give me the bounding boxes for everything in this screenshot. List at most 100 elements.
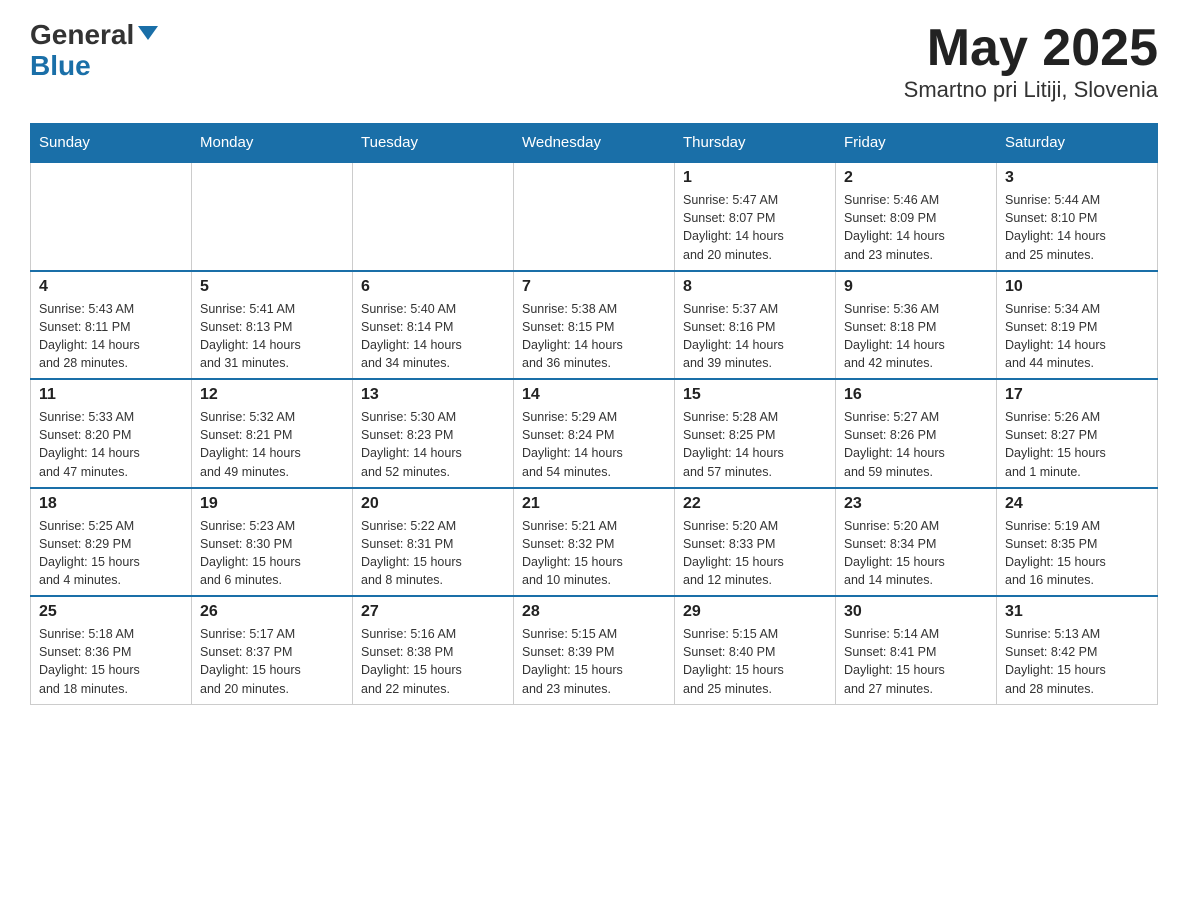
day-info: Sunrise: 5:38 AM Sunset: 8:15 PM Dayligh…	[522, 300, 666, 373]
table-row: 23 Sunrise: 5:20 AM Sunset: 8:34 PM Dayli…	[836, 488, 997, 597]
table-row: 10 Sunrise: 5:34 AM Sunset: 8:19 PM Dayli…	[997, 271, 1158, 380]
table-row	[514, 162, 675, 271]
table-row	[192, 162, 353, 271]
table-row: 11 Sunrise: 5:33 AM Sunset: 8:20 PM Dayli…	[31, 379, 192, 488]
table-row: 21Sunrise: 5:21 AM Sunset: 8:32 PM Dayli…	[514, 488, 675, 597]
day-info: Sunrise: 5:32 AM Sunset: 8:21 PM Dayligh…	[200, 408, 344, 481]
calendar-week-row: 4 Sunrise: 5:43 AM Sunset: 8:11 PM Daylig…	[31, 271, 1158, 380]
day-number: 8	[683, 278, 827, 296]
table-row: 20 Sunrise: 5:22 AM Sunset: 8:31 PM Dayli…	[353, 488, 514, 597]
day-number: 31	[1005, 603, 1149, 621]
table-row: 31 Sunrise: 5:13 AM Sunset: 8:42 PM Dayli…	[997, 596, 1158, 704]
table-row: 13 Sunrise: 5:30 AM Sunset: 8:23 PM Dayli…	[353, 379, 514, 488]
day-info: Sunrise: 5:20 AM Sunset: 8:34 PM Dayligh…	[844, 517, 988, 590]
logo-triangle-icon	[138, 26, 158, 40]
day-number: 9	[844, 278, 988, 296]
day-info: Sunrise: 5:37 AM Sunset: 8:16 PM Dayligh…	[683, 300, 827, 373]
table-row: 17Sunrise: 5:26 AM Sunset: 8:27 PM Dayli…	[997, 379, 1158, 488]
logo-general-text: General	[30, 20, 134, 51]
day-number: 19	[200, 495, 344, 513]
day-info: Sunrise: 5:33 AM Sunset: 8:20 PM Dayligh…	[39, 408, 183, 481]
day-info: Sunrise: 5:44 AM Sunset: 8:10 PM Dayligh…	[1005, 191, 1149, 264]
table-row: 7 Sunrise: 5:38 AM Sunset: 8:15 PM Daylig…	[514, 271, 675, 380]
day-number: 29	[683, 603, 827, 621]
day-number: 3	[1005, 169, 1149, 187]
day-number: 12	[200, 386, 344, 404]
day-info: Sunrise: 5:30 AM Sunset: 8:23 PM Dayligh…	[361, 408, 505, 481]
day-number: 20	[361, 495, 505, 513]
table-row: 16 Sunrise: 5:27 AM Sunset: 8:26 PM Dayli…	[836, 379, 997, 488]
table-row: 28 Sunrise: 5:15 AM Sunset: 8:39 PM Dayli…	[514, 596, 675, 704]
calendar-week-row: 1Sunrise: 5:47 AM Sunset: 8:07 PM Daylig…	[31, 162, 1158, 271]
day-info: Sunrise: 5:43 AM Sunset: 8:11 PM Dayligh…	[39, 300, 183, 373]
table-row: 14Sunrise: 5:29 AM Sunset: 8:24 PM Dayli…	[514, 379, 675, 488]
col-friday: Friday	[836, 124, 997, 163]
day-number: 28	[522, 603, 666, 621]
table-row: 6 Sunrise: 5:40 AM Sunset: 8:14 PM Daylig…	[353, 271, 514, 380]
col-thursday: Thursday	[675, 124, 836, 163]
day-number: 7	[522, 278, 666, 296]
table-row: 27Sunrise: 5:16 AM Sunset: 8:38 PM Dayli…	[353, 596, 514, 704]
day-number: 15	[683, 386, 827, 404]
day-number: 26	[200, 603, 344, 621]
day-number: 11	[39, 386, 183, 404]
day-info: Sunrise: 5:18 AM Sunset: 8:36 PM Dayligh…	[39, 625, 183, 698]
logo-blue-text: Blue	[30, 51, 158, 82]
day-info: Sunrise: 5:15 AM Sunset: 8:39 PM Dayligh…	[522, 625, 666, 698]
table-row: 1Sunrise: 5:47 AM Sunset: 8:07 PM Daylig…	[675, 162, 836, 271]
calendar-title: May 2025	[904, 20, 1158, 77]
day-number: 5	[200, 278, 344, 296]
table-row: 30Sunrise: 5:14 AM Sunset: 8:41 PM Dayli…	[836, 596, 997, 704]
day-info: Sunrise: 5:21 AM Sunset: 8:32 PM Dayligh…	[522, 517, 666, 590]
table-row: 19 Sunrise: 5:23 AM Sunset: 8:30 PM Dayli…	[192, 488, 353, 597]
table-row: 12 Sunrise: 5:32 AM Sunset: 8:21 PM Dayli…	[192, 379, 353, 488]
day-info: Sunrise: 5:15 AM Sunset: 8:40 PM Dayligh…	[683, 625, 827, 698]
table-row: 29 Sunrise: 5:15 AM Sunset: 8:40 PM Dayli…	[675, 596, 836, 704]
day-info: Sunrise: 5:40 AM Sunset: 8:14 PM Dayligh…	[361, 300, 505, 373]
day-info: Sunrise: 5:29 AM Sunset: 8:24 PM Dayligh…	[522, 408, 666, 481]
day-number: 23	[844, 495, 988, 513]
day-info: Sunrise: 5:23 AM Sunset: 8:30 PM Dayligh…	[200, 517, 344, 590]
col-saturday: Saturday	[997, 124, 1158, 163]
col-wednesday: Wednesday	[514, 124, 675, 163]
table-row: 9 Sunrise: 5:36 AM Sunset: 8:18 PM Daylig…	[836, 271, 997, 380]
day-info: Sunrise: 5:25 AM Sunset: 8:29 PM Dayligh…	[39, 517, 183, 590]
table-row: 8 Sunrise: 5:37 AM Sunset: 8:16 PM Daylig…	[675, 271, 836, 380]
day-info: Sunrise: 5:16 AM Sunset: 8:38 PM Dayligh…	[361, 625, 505, 698]
day-number: 4	[39, 278, 183, 296]
day-info: Sunrise: 5:46 AM Sunset: 8:09 PM Dayligh…	[844, 191, 988, 264]
table-row	[353, 162, 514, 271]
col-sunday: Sunday	[31, 124, 192, 163]
day-info: Sunrise: 5:28 AM Sunset: 8:25 PM Dayligh…	[683, 408, 827, 481]
day-info: Sunrise: 5:36 AM Sunset: 8:18 PM Dayligh…	[844, 300, 988, 373]
day-info: Sunrise: 5:27 AM Sunset: 8:26 PM Dayligh…	[844, 408, 988, 481]
day-info: Sunrise: 5:22 AM Sunset: 8:31 PM Dayligh…	[361, 517, 505, 590]
day-number: 2	[844, 169, 988, 187]
title-block: May 2025 Smartno pri Litiji, Slovenia	[904, 20, 1158, 103]
day-info: Sunrise: 5:41 AM Sunset: 8:13 PM Dayligh…	[200, 300, 344, 373]
day-number: 17	[1005, 386, 1149, 404]
day-info: Sunrise: 5:47 AM Sunset: 8:07 PM Dayligh…	[683, 191, 827, 264]
calendar-week-row: 11 Sunrise: 5:33 AM Sunset: 8:20 PM Dayli…	[31, 379, 1158, 488]
day-number: 10	[1005, 278, 1149, 296]
day-number: 24	[1005, 495, 1149, 513]
day-info: Sunrise: 5:13 AM Sunset: 8:42 PM Dayligh…	[1005, 625, 1149, 698]
table-row: 18 Sunrise: 5:25 AM Sunset: 8:29 PM Dayli…	[31, 488, 192, 597]
day-number: 13	[361, 386, 505, 404]
day-info: Sunrise: 5:34 AM Sunset: 8:19 PM Dayligh…	[1005, 300, 1149, 373]
calendar-header-row: Sunday Monday Tuesday Wednesday Thursday…	[31, 124, 1158, 163]
day-info: Sunrise: 5:19 AM Sunset: 8:35 PM Dayligh…	[1005, 517, 1149, 590]
calendar-week-row: 25Sunrise: 5:18 AM Sunset: 8:36 PM Dayli…	[31, 596, 1158, 704]
day-number: 6	[361, 278, 505, 296]
day-number: 16	[844, 386, 988, 404]
table-row: 2 Sunrise: 5:46 AM Sunset: 8:09 PM Daylig…	[836, 162, 997, 271]
logo: General Blue	[30, 20, 158, 82]
page-header: General Blue May 2025 Smartno pri Litiji…	[30, 20, 1158, 103]
table-row: 22Sunrise: 5:20 AM Sunset: 8:33 PM Dayli…	[675, 488, 836, 597]
day-number: 18	[39, 495, 183, 513]
table-row: 3 Sunrise: 5:44 AM Sunset: 8:10 PM Daylig…	[997, 162, 1158, 271]
calendar-week-row: 18 Sunrise: 5:25 AM Sunset: 8:29 PM Dayli…	[31, 488, 1158, 597]
table-row	[31, 162, 192, 271]
day-number: 22	[683, 495, 827, 513]
table-row: 24 Sunrise: 5:19 AM Sunset: 8:35 PM Dayli…	[997, 488, 1158, 597]
